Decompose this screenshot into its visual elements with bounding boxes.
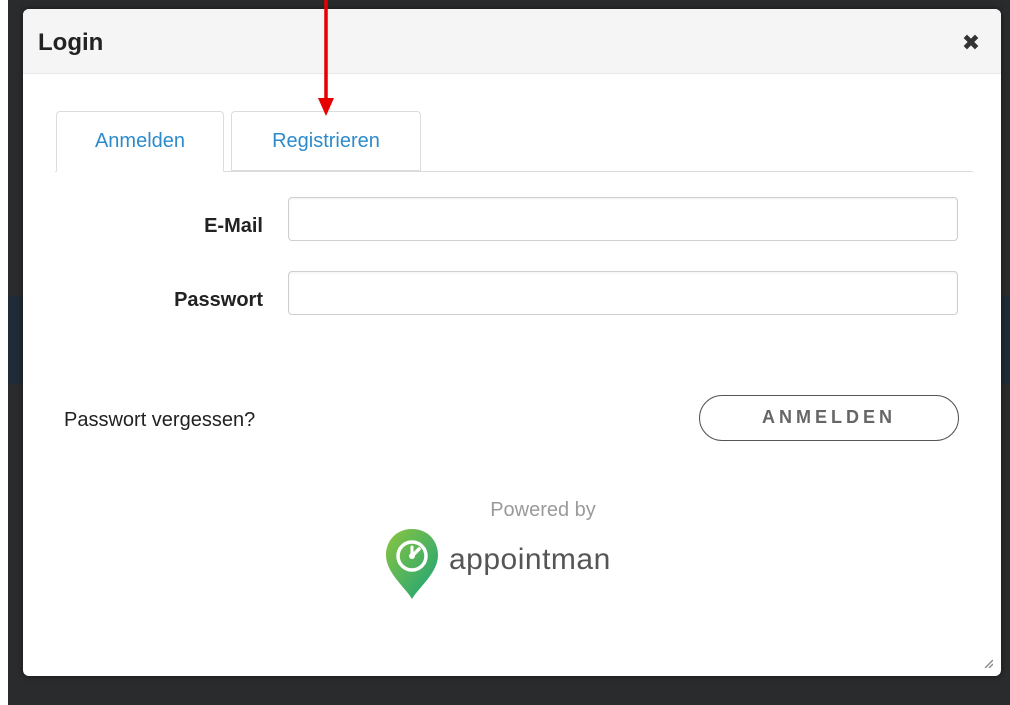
email-field[interactable] bbox=[288, 197, 958, 241]
password-label: Passwort bbox=[174, 289, 263, 311]
red-arrow-icon bbox=[318, 0, 334, 116]
forgot-password-link[interactable]: Passwort vergessen? bbox=[64, 409, 255, 432]
modal-title: Login bbox=[38, 29, 104, 56]
brand: appointman bbox=[383, 527, 683, 601]
login-modal: Login ✖ Anmelden Registrieren E-Mail Pas… bbox=[23, 9, 1001, 676]
powered-by-text: Powered by bbox=[490, 499, 596, 521]
tab-bar: Anmelden Registrieren bbox=[55, 111, 973, 172]
login-button[interactable]: ANMELDEN bbox=[699, 395, 959, 441]
brand-name: appointman bbox=[449, 543, 611, 576]
tab-anmelden[interactable]: Anmelden bbox=[56, 111, 224, 172]
tab-registrieren[interactable]: Registrieren bbox=[231, 111, 421, 171]
password-field[interactable] bbox=[288, 271, 958, 315]
appointman-logo-icon bbox=[386, 529, 438, 599]
modal-header: Login ✖ bbox=[23, 9, 1001, 74]
close-icon[interactable]: ✖ bbox=[961, 32, 981, 54]
email-label: E-Mail bbox=[204, 215, 263, 237]
resize-grip-icon[interactable] bbox=[983, 658, 993, 668]
